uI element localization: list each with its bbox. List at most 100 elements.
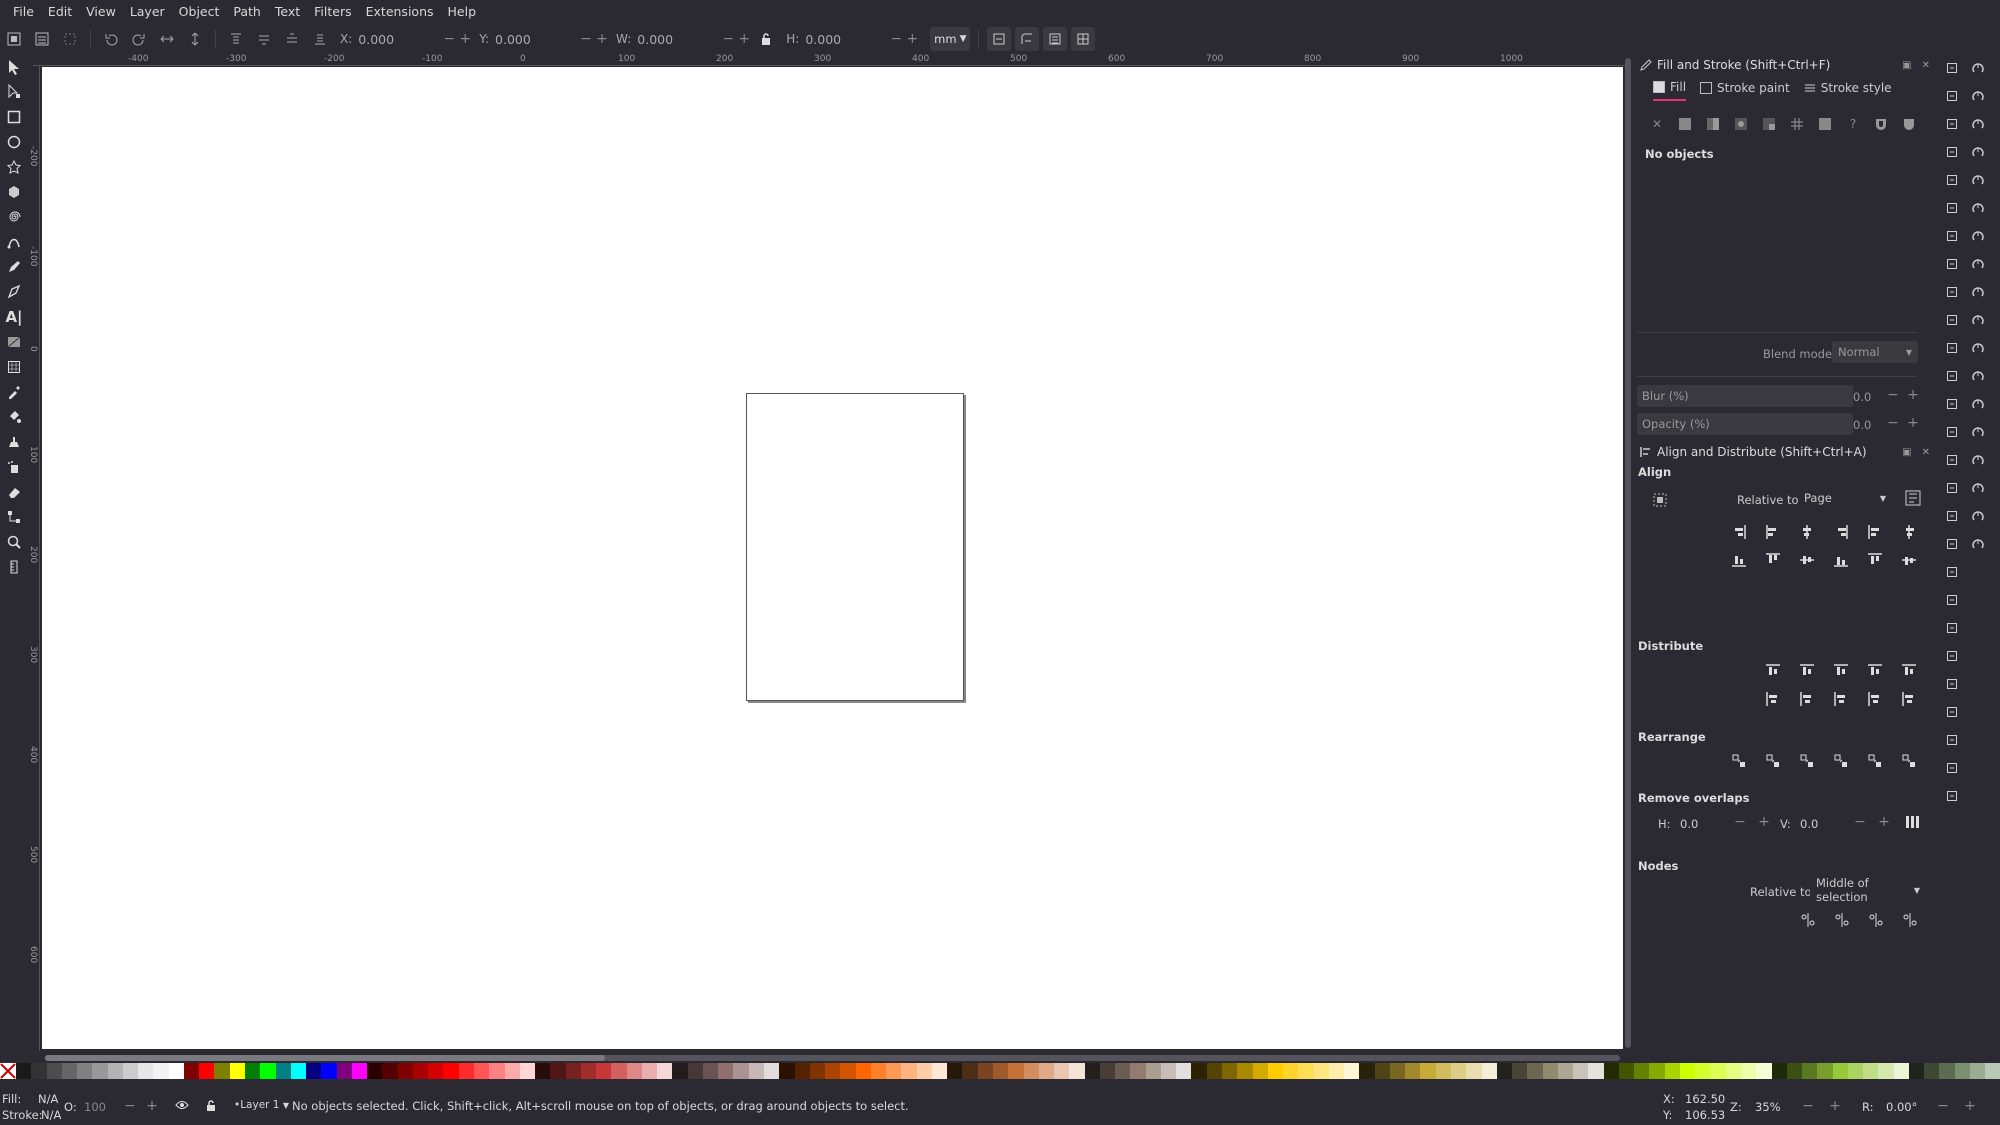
- color-swatch[interactable]: [31, 1063, 47, 1079]
- color-swatch[interactable]: [1359, 1063, 1375, 1079]
- preferences-icon[interactable]: [1940, 782, 1964, 810]
- zoom-selection-icon[interactable]: [1940, 362, 1964, 390]
- treat-as-group-icon[interactable]: [1649, 489, 1671, 511]
- color-swatch[interactable]: [1954, 1063, 1970, 1079]
- color-swatch[interactable]: [1863, 1063, 1879, 1079]
- color-swatch[interactable]: [1084, 1063, 1100, 1079]
- overlap-h-minus-icon[interactable]: −: [1732, 814, 1748, 830]
- rectangle-tool-icon[interactable]: [0, 104, 28, 129]
- blur-slider[interactable]: Blur (%): [1637, 385, 1853, 407]
- lower-icon[interactable]: [281, 28, 303, 50]
- color-swatch[interactable]: [535, 1063, 551, 1079]
- align-text-baseline-icon[interactable]: [1898, 521, 1920, 543]
- deselect-icon[interactable]: [59, 28, 81, 50]
- color-swatch[interactable]: [1130, 1063, 1146, 1079]
- flip-vertical-icon[interactable]: [184, 28, 206, 50]
- snap-text-baseline-icon[interactable]: [1966, 446, 1990, 474]
- color-swatch[interactable]: [1496, 1063, 1513, 1079]
- align-top-icon[interactable]: [1762, 549, 1784, 571]
- color-swatch[interactable]: [672, 1063, 688, 1079]
- pencil-tool-icon[interactable]: [0, 254, 28, 279]
- menu-path[interactable]: Path: [226, 4, 267, 19]
- rotate-field[interactable]: 0.00°: [1886, 1100, 1917, 1114]
- tab-stroke-style[interactable]: Stroke style: [1804, 80, 1892, 101]
- distribute-right-icon[interactable]: [1830, 660, 1852, 682]
- align-nodes-v-icon[interactable]: [1831, 909, 1853, 931]
- menu-extensions[interactable]: Extensions: [359, 4, 441, 19]
- align-right-anchor-icon[interactable]: [1728, 521, 1750, 543]
- color-swatch[interactable]: [107, 1063, 123, 1079]
- select-all-icon[interactable]: [3, 28, 25, 50]
- color-swatch[interactable]: [1817, 1063, 1833, 1079]
- undo-icon[interactable]: [1940, 222, 1964, 250]
- color-swatch[interactable]: [1450, 1063, 1467, 1079]
- distribute-nodes-h-icon[interactable]: [1865, 909, 1887, 931]
- export-icon[interactable]: [1940, 194, 1964, 222]
- color-swatch[interactable]: [1221, 1063, 1238, 1079]
- blend-mode-dropdown[interactable]: Normal ▼: [1832, 341, 1918, 363]
- menu-filters[interactable]: Filters: [307, 4, 358, 19]
- color-swatch[interactable]: [779, 1063, 795, 1079]
- color-swatch[interactable]: [1756, 1063, 1772, 1079]
- zoom-tool-icon[interactable]: [0, 529, 28, 554]
- menu-text[interactable]: Text: [268, 4, 307, 19]
- distribute-baseline-h-icon[interactable]: [1898, 660, 1920, 682]
- align-bottom-icon[interactable]: [1830, 549, 1852, 571]
- color-swatch[interactable]: [1176, 1063, 1192, 1079]
- distribute-bottom-icon[interactable]: [1830, 688, 1852, 710]
- color-swatch[interactable]: [1527, 1063, 1543, 1079]
- opacity-slider[interactable]: Opacity (%): [1637, 413, 1853, 435]
- overlap-h-field[interactable]: 0.0: [1680, 817, 1698, 831]
- menu-help[interactable]: Help: [441, 4, 484, 19]
- document-properties-icon[interactable]: [1940, 754, 1964, 782]
- rotate-plus-icon[interactable]: +: [1962, 1098, 1978, 1114]
- overlap-v-plus-icon[interactable]: +: [1876, 814, 1892, 830]
- color-swatch[interactable]: [1328, 1063, 1345, 1079]
- color-swatch[interactable]: [1985, 1063, 2000, 1079]
- ellipse-tool-icon[interactable]: [0, 129, 28, 154]
- close-icon[interactable]: ✕: [1922, 60, 1930, 71]
- linear-gradient-icon[interactable]: [1702, 113, 1724, 135]
- color-swatch[interactable]: [443, 1063, 459, 1079]
- color-swatch[interactable]: [1206, 1063, 1222, 1079]
- color-swatch[interactable]: [962, 1063, 978, 1079]
- text-tool-icon[interactable]: A|: [0, 304, 28, 329]
- zoom-page-width-icon[interactable]: [1940, 446, 1964, 474]
- color-swatch[interactable]: [1145, 1063, 1161, 1079]
- snap-guide-icon[interactable]: [1966, 530, 1990, 558]
- opacity-plus-icon[interactable]: +: [144, 1098, 160, 1114]
- dropper-tool-icon[interactable]: [0, 379, 28, 404]
- no-paint-icon[interactable]: ✕: [1646, 113, 1668, 135]
- color-swatch[interactable]: [1389, 1063, 1406, 1079]
- menu-edit[interactable]: Edit: [41, 4, 79, 19]
- color-swatch[interactable]: [1603, 1063, 1619, 1079]
- raise-icon[interactable]: [253, 28, 275, 50]
- color-swatch[interactable]: [1420, 1063, 1436, 1079]
- color-swatch[interactable]: [1038, 1063, 1055, 1079]
- snap-bbox-corner-icon[interactable]: [1966, 138, 1990, 166]
- color-swatch[interactable]: [428, 1063, 444, 1079]
- color-swatch[interactable]: [260, 1063, 276, 1079]
- tweak-tool-icon[interactable]: [0, 429, 28, 454]
- close-icon[interactable]: ✕: [1922, 447, 1930, 458]
- color-swatch[interactable]: [519, 1063, 536, 1079]
- relative-to-dropdown[interactable]: Page ▼: [1798, 487, 1892, 509]
- color-swatch[interactable]: [1008, 1063, 1024, 1079]
- color-swatch[interactable]: [748, 1063, 765, 1079]
- swatch-icon[interactable]: [1814, 113, 1836, 135]
- color-swatch[interactable]: [1588, 1063, 1604, 1079]
- duplicate-icon[interactable]: [1940, 474, 1964, 502]
- rotate-ccw-icon[interactable]: [100, 28, 122, 50]
- color-swatch[interactable]: [1878, 1063, 1894, 1079]
- align-center-v-icon[interactable]: [1796, 549, 1818, 571]
- color-swatch[interactable]: [290, 1063, 307, 1079]
- color-swatch[interactable]: [1893, 1063, 1909, 1079]
- color-swatch[interactable]: [931, 1063, 948, 1079]
- color-swatch[interactable]: [550, 1063, 566, 1079]
- color-swatch[interactable]: [1634, 1063, 1650, 1079]
- distribute-baseline-v-icon[interactable]: [1898, 688, 1920, 710]
- color-swatch[interactable]: [306, 1063, 322, 1079]
- color-swatch[interactable]: [1710, 1063, 1726, 1079]
- layer-dropdown[interactable]: •Layer 1 ▼: [234, 1099, 289, 1111]
- unset-paint-icon[interactable]: ?: [1842, 113, 1864, 135]
